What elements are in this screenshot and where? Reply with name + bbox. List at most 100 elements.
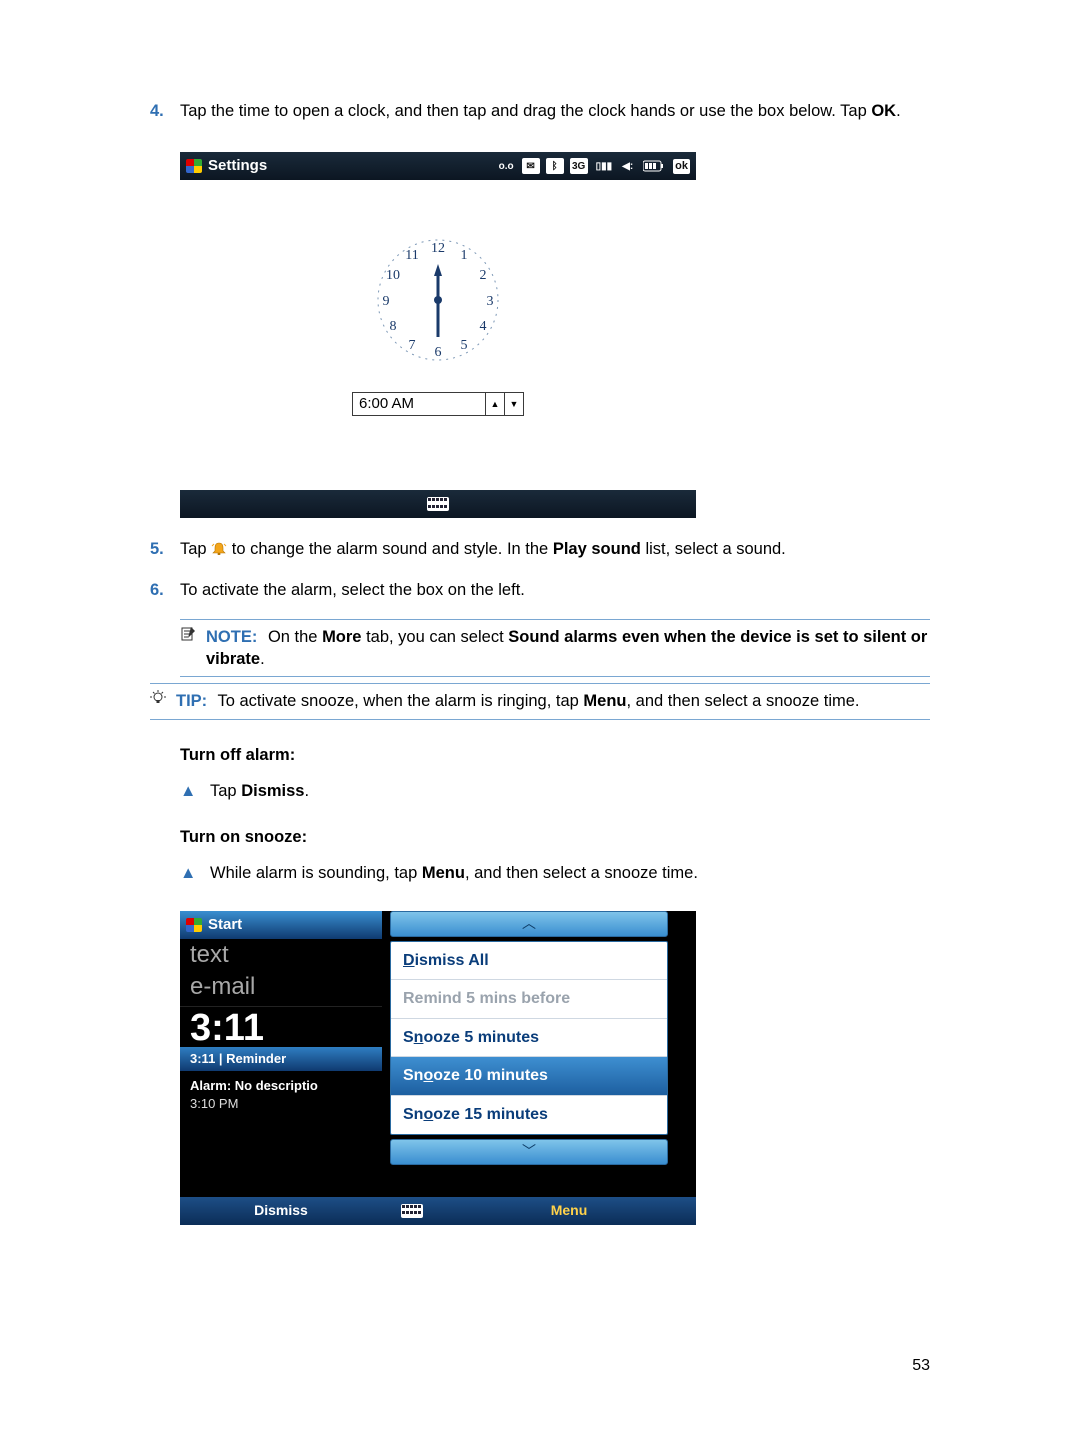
- signal-icon: ▯▮▮: [594, 158, 615, 174]
- start-label: Start: [208, 915, 242, 935]
- svg-text:10: 10: [386, 268, 400, 283]
- step-body: Tap the time to open a clock, and then t…: [180, 100, 930, 122]
- triangle-bullet-icon: ▲: [180, 862, 210, 884]
- svg-text:2: 2: [480, 268, 487, 283]
- menu-item-dismiss-all[interactable]: Dismiss All: [391, 942, 667, 981]
- text: Tap: [180, 540, 211, 558]
- text: While alarm is sounding, tap Menu, and t…: [210, 862, 698, 884]
- today-time[interactable]: 3:11: [180, 1007, 382, 1047]
- step-4: 4. Tap the time to open a clock, and the…: [150, 100, 930, 122]
- threeg-icon: 3G: [570, 158, 588, 174]
- turn-off-item: ▲ Tap Dismiss.: [180, 780, 930, 802]
- rule: [150, 683, 930, 684]
- battery-icon: [641, 158, 667, 174]
- time-value[interactable]: 6:00 AM: [353, 393, 486, 415]
- svg-text:8: 8: [390, 319, 397, 334]
- text: Tap the time to open a clock, and then t…: [180, 102, 871, 120]
- right-pane: ︿ Dismiss All Remind 5 mins before Snooz…: [382, 911, 696, 1197]
- mail-icon: ✉: [522, 158, 540, 174]
- bluetooth-icon: ᛒ: [546, 158, 564, 174]
- left-pane: Start text e-mail 3:11 3:11 | Reminder A…: [180, 911, 382, 1197]
- screenshot-settings-clock: Settings ᴏ.ᴏ ✉ ᛒ 3G ▯▮▮ ◀: ok 12 1: [180, 152, 696, 518]
- today-email-row[interactable]: e-mail: [180, 971, 382, 1007]
- menu-list: Dismiss All Remind 5 mins before Snooze …: [390, 941, 668, 1135]
- time-spin-down[interactable]: ▼: [504, 393, 523, 415]
- menu-item-snooze-10[interactable]: Snooze 10 minutes: [391, 1057, 667, 1096]
- note-icon: [180, 626, 206, 648]
- step-number: 4.: [150, 100, 180, 122]
- menu-word: Menu: [422, 864, 465, 882]
- start-topbar[interactable]: Start: [180, 911, 382, 939]
- page-number: 53: [912, 1355, 930, 1377]
- menu-scroll-down[interactable]: ﹀: [390, 1139, 668, 1165]
- text: To activate snooze, when the alarm is ri…: [217, 692, 583, 710]
- svg-text:1: 1: [461, 248, 468, 263]
- sound-icon: ◀:: [620, 158, 635, 174]
- more-word: More: [322, 628, 361, 646]
- softkey-keyboard[interactable]: [382, 1204, 442, 1218]
- callout-row: NOTE: On the More tab, you can select So…: [180, 624, 930, 673]
- text: , and then select a snooze time.: [627, 692, 860, 710]
- turn-on-item: ▲ While alarm is sounding, tap Menu, and…: [180, 862, 930, 884]
- softkey-dismiss[interactable]: Dismiss: [180, 1201, 382, 1220]
- rule: [180, 619, 930, 620]
- clock-area: 12 1 2 3 4 5 6 7 8 9 10 11: [180, 180, 696, 490]
- dismiss-word: Dismiss: [241, 782, 304, 800]
- play-sound-word: Play sound: [553, 540, 641, 558]
- callout-row: TIP: To activate snooze, when the alarm …: [150, 688, 930, 714]
- time-box: 6:00 AM ▲ ▼: [352, 392, 524, 416]
- page: 4. Tap the time to open a clock, and the…: [0, 0, 1080, 1437]
- tip-callout: TIP: To activate snooze, when the alarm …: [150, 683, 930, 719]
- windows-flag-icon: [186, 918, 202, 932]
- text: list, select a sound.: [641, 540, 786, 558]
- turn-off-alarm-heading: Turn off alarm:: [180, 744, 930, 766]
- shot2-body: Start text e-mail 3:11 3:11 | Reminder A…: [180, 911, 696, 1197]
- menu-scroll-up[interactable]: ︿: [390, 911, 668, 937]
- keyboard-icon[interactable]: [427, 497, 449, 511]
- clock-face[interactable]: 12 1 2 3 4 5 6 7 8 9 10 11: [370, 232, 506, 368]
- svg-text:11: 11: [405, 248, 418, 263]
- ok-button[interactable]: ok: [673, 159, 690, 174]
- softkey-menu[interactable]: Menu: [442, 1201, 696, 1220]
- rule: [180, 676, 930, 677]
- text: to change the alarm sound and style. In …: [232, 540, 553, 558]
- today-text-row[interactable]: text: [180, 939, 382, 971]
- svg-text:9: 9: [383, 294, 390, 309]
- voicemail-icon: ᴏ.ᴏ: [497, 158, 516, 174]
- step-6: 6. To activate the alarm, select the box…: [150, 579, 930, 601]
- rule: [150, 719, 930, 720]
- step-5: 5. Tap to change the alarm sound and sty…: [150, 538, 930, 560]
- svg-text:5: 5: [461, 338, 468, 353]
- svg-text:6: 6: [435, 345, 442, 360]
- keyboard-icon: [401, 1204, 423, 1218]
- note-label: NOTE:: [206, 628, 257, 646]
- settings-bottom-bar: [180, 490, 696, 518]
- tip-body: TIP: To activate snooze, when the alarm …: [176, 690, 860, 712]
- text: .: [896, 102, 901, 120]
- svg-text:3: 3: [487, 294, 494, 309]
- topbar-title: Settings: [208, 156, 267, 176]
- svg-text:4: 4: [480, 319, 487, 334]
- step-number: 5.: [150, 538, 180, 560]
- time-spin-up[interactable]: ▲: [486, 393, 504, 415]
- menu-item-snooze-15[interactable]: Snooze 15 minutes: [391, 1096, 667, 1134]
- turn-on-snooze-heading: Turn on snooze:: [180, 826, 930, 848]
- text: On the: [268, 628, 322, 646]
- snooze-menu: ︿ Dismiss All Remind 5 mins before Snooz…: [390, 911, 668, 1197]
- menu-item-remind-5: Remind 5 mins before: [391, 980, 667, 1019]
- step-number: 6.: [150, 579, 180, 601]
- reminder-bar: 3:11 | Reminder: [180, 1047, 382, 1071]
- note-body: NOTE: On the More tab, you can select So…: [206, 626, 930, 671]
- ok-word: OK: [871, 102, 896, 120]
- menu-word: Menu: [583, 692, 626, 710]
- note-callout: NOTE: On the More tab, you can select So…: [180, 619, 930, 678]
- step-body: Tap to change the alarm sound and style.…: [180, 538, 930, 560]
- svg-text:12: 12: [431, 241, 445, 256]
- screenshot-snooze-menu: Start text e-mail 3:11 3:11 | Reminder A…: [180, 911, 696, 1225]
- text: To activate the alarm, select the box on…: [180, 581, 525, 599]
- softkey-bar: Dismiss Menu: [180, 1197, 696, 1225]
- bell-icon: [211, 542, 227, 556]
- menu-item-snooze-5[interactable]: Snooze 5 minutes: [391, 1019, 667, 1058]
- svg-text:7: 7: [409, 338, 416, 353]
- alarm-title: Alarm: No descriptio: [180, 1071, 382, 1095]
